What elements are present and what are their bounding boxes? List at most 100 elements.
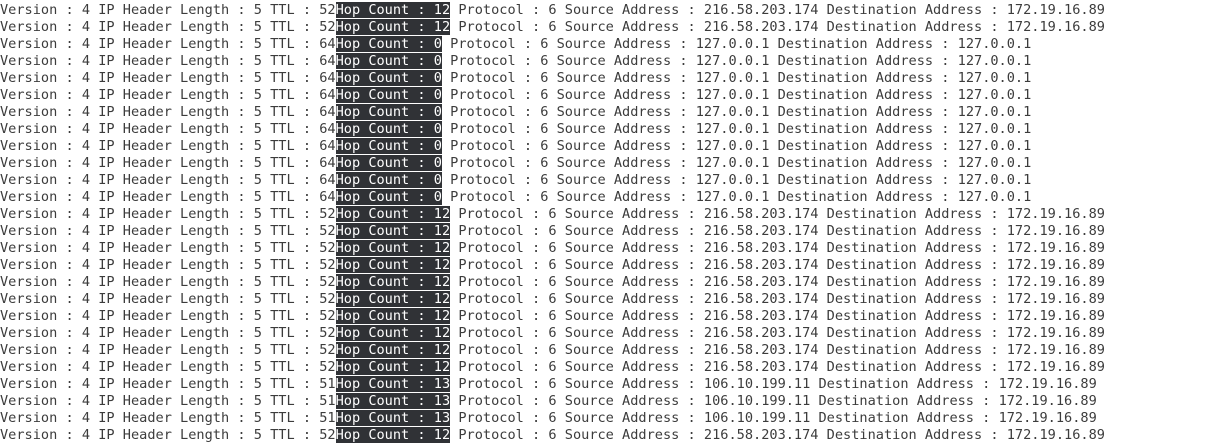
hop-label: Hop Count :: [335, 376, 434, 392]
dst-label: Destination Address :: [818, 223, 1007, 239]
src-value: 216.58.203.174: [703, 291, 819, 307]
version-value: 4: [81, 342, 91, 358]
dst-value: 172.19.16.89: [1006, 291, 1105, 307]
ihl-value: 5: [253, 206, 262, 222]
version-label: Version :: [0, 359, 82, 375]
ttl-value: 51: [319, 376, 336, 392]
dst-label: Destination Address :: [818, 2, 1007, 18]
ihl-value: 5: [253, 240, 262, 256]
protocol-label: Protocol :: [450, 206, 549, 222]
hop-value: 12: [433, 342, 451, 358]
hop-label: Hop Count :: [335, 427, 434, 443]
ihl-label: IP Header Length :: [90, 87, 254, 103]
output-line: Version : 4 IP Header Length : 5 TTL : 5…: [0, 223, 1232, 240]
version-value: 4: [81, 427, 91, 443]
src-value: 216.58.203.174: [703, 240, 819, 256]
hop-value: 12: [433, 274, 451, 290]
version-label: Version :: [0, 2, 82, 18]
hop-value: 0: [433, 70, 442, 86]
version-label: Version :: [0, 376, 82, 392]
dst-value: 127.0.0.1: [957, 155, 1032, 171]
protocol-label: Protocol :: [441, 36, 541, 52]
hop-value: 0: [433, 138, 442, 154]
dst-value: 172.19.16.89: [1006, 427, 1105, 443]
hop-label: Hop Count :: [335, 53, 434, 69]
ihl-value: 5: [253, 325, 262, 341]
ttl-label: TTL :: [261, 172, 320, 188]
hop-label: Hop Count :: [335, 104, 434, 120]
src-value: 106.10.199.11: [703, 393, 811, 409]
output-line: Version : 4 IP Header Length : 5 TTL : 6…: [0, 70, 1232, 87]
dst-value: 127.0.0.1: [957, 87, 1032, 103]
ttl-label: TTL :: [261, 359, 320, 375]
dst-value: 127.0.0.1: [957, 36, 1032, 52]
hop-label: Hop Count :: [335, 2, 434, 18]
hop-count-highlight: Hop Count : 12: [335, 257, 451, 273]
src-label: Source Address :: [556, 257, 704, 273]
version-label: Version :: [0, 121, 82, 137]
hop-label: Hop Count :: [335, 87, 434, 103]
dst-label: Destination Address :: [818, 359, 1007, 375]
dst-label: Destination Address :: [818, 308, 1007, 324]
hop-label: Hop Count :: [335, 172, 434, 188]
dst-value: 172.19.16.89: [1006, 19, 1105, 35]
dst-value: 172.19.16.89: [998, 410, 1097, 426]
version-label: Version :: [0, 87, 82, 103]
ttl-label: TTL :: [261, 104, 320, 120]
dst-value: 172.19.16.89: [1006, 308, 1105, 324]
output-line: Version : 4 IP Header Length : 5 TTL : 5…: [0, 274, 1232, 291]
protocol-label: Protocol :: [450, 2, 549, 18]
dst-label: Destination Address :: [769, 172, 958, 188]
version-value: 4: [81, 206, 91, 222]
output-line: Version : 4 IP Header Length : 5 TTL : 5…: [0, 291, 1232, 308]
version-value: 4: [81, 53, 91, 69]
hop-label: Hop Count :: [335, 19, 434, 35]
ihl-value: 5: [253, 342, 262, 358]
ihl-value: 5: [253, 104, 262, 120]
hop-count-highlight: Hop Count : 0: [335, 36, 442, 52]
output-line: Version : 4 IP Header Length : 5 TTL : 6…: [0, 121, 1232, 138]
output-line: Version : 4 IP Header Length : 5 TTL : 5…: [0, 2, 1232, 19]
ihl-label: IP Header Length :: [90, 53, 254, 69]
output-line: Version : 4 IP Header Length : 5 TTL : 5…: [0, 410, 1232, 427]
ttl-value: 52: [319, 240, 336, 256]
dst-label: Destination Address :: [810, 393, 999, 409]
dst-value: 127.0.0.1: [957, 70, 1032, 86]
version-label: Version :: [0, 155, 82, 171]
hop-label: Hop Count :: [335, 274, 434, 290]
version-value: 4: [81, 325, 91, 341]
src-label: Source Address :: [548, 104, 696, 120]
output-line: Version : 4 IP Header Length : 5 TTL : 5…: [0, 393, 1232, 410]
ttl-value: 64: [319, 121, 336, 137]
ttl-label: TTL :: [261, 257, 320, 273]
output-line: Version : 4 IP Header Length : 5 TTL : 5…: [0, 308, 1232, 325]
version-value: 4: [81, 308, 91, 324]
output-line: Version : 4 IP Header Length : 5 TTL : 6…: [0, 104, 1232, 121]
ihl-label: IP Header Length :: [90, 121, 254, 137]
src-value: 127.0.0.1: [695, 172, 770, 188]
ihl-label: IP Header Length :: [90, 172, 254, 188]
output-line: Version : 4 IP Header Length : 5 TTL : 5…: [0, 359, 1232, 376]
ttl-label: TTL :: [261, 240, 320, 256]
ihl-value: 5: [253, 121, 262, 137]
protocol-value: 6: [548, 376, 557, 392]
ihl-label: IP Header Length :: [90, 427, 254, 443]
dst-label: Destination Address :: [818, 325, 1007, 341]
ihl-label: IP Header Length :: [90, 393, 254, 409]
ttl-value: 52: [319, 206, 336, 222]
dst-label: Destination Address :: [818, 206, 1007, 222]
protocol-label: Protocol :: [441, 87, 541, 103]
hop-value: 12: [433, 291, 451, 307]
protocol-label: Protocol :: [441, 155, 541, 171]
hop-label: Hop Count :: [335, 240, 434, 256]
output-line: Version : 4 IP Header Length : 5 TTL : 6…: [0, 189, 1232, 206]
version-label: Version :: [0, 427, 82, 443]
protocol-value: 6: [548, 308, 557, 324]
version-label: Version :: [0, 172, 82, 188]
protocol-value: 6: [548, 19, 557, 35]
ihl-value: 5: [253, 308, 262, 324]
protocol-label: Protocol :: [450, 410, 549, 426]
src-label: Source Address :: [548, 155, 696, 171]
output-line: Version : 4 IP Header Length : 5 TTL : 6…: [0, 53, 1232, 70]
dst-value: 127.0.0.1: [957, 53, 1032, 69]
